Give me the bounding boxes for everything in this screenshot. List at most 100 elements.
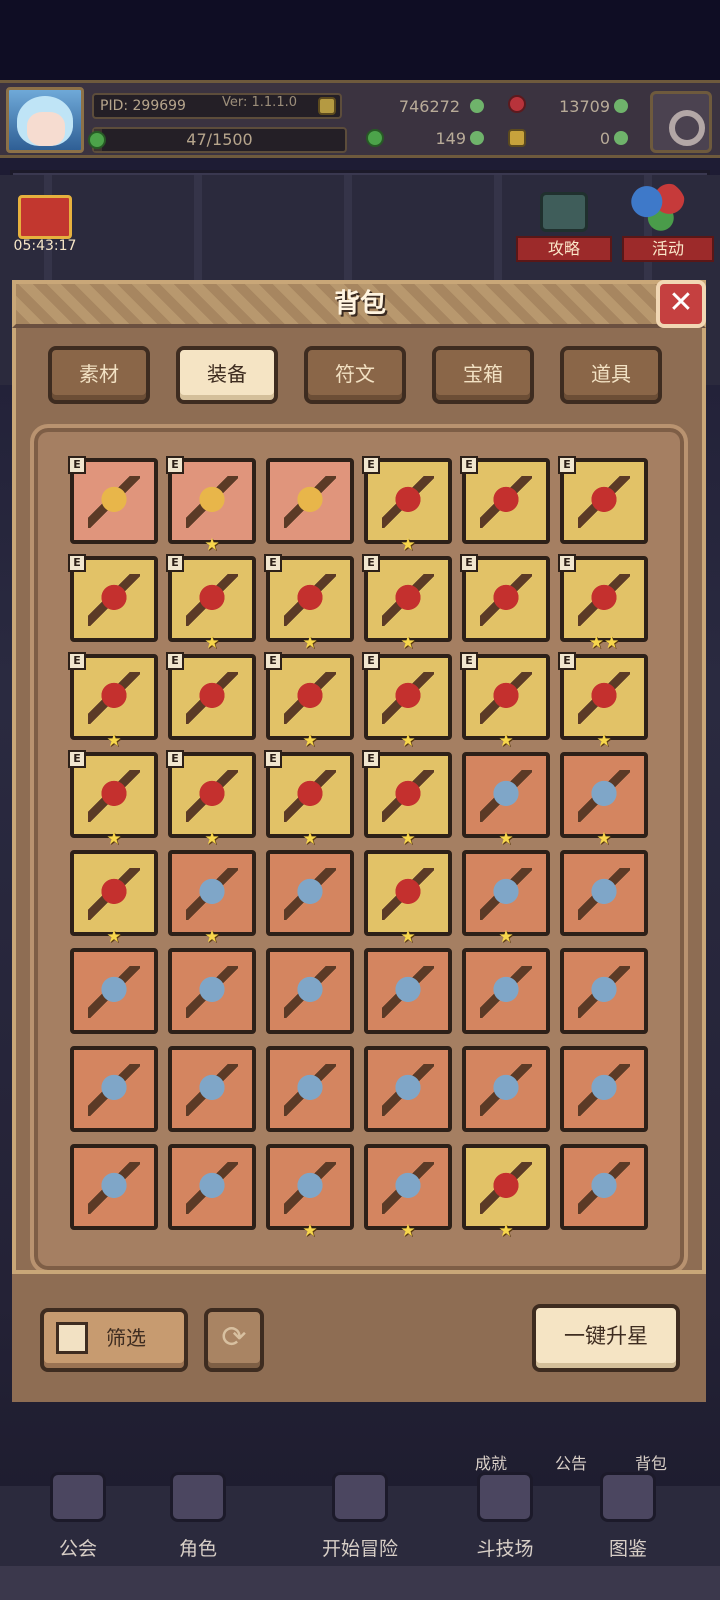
crossbow-icon [88, 966, 140, 1018]
inventory-slot[interactable]: E [68, 456, 158, 544]
inventory-slot[interactable] [168, 948, 256, 1034]
inventory-slot[interactable]: E [558, 456, 648, 544]
inventory-slot[interactable] [560, 850, 648, 936]
inventory-slot[interactable]: E ★ [460, 652, 550, 750]
star-rating: ★ [204, 633, 220, 653]
tab-runes[interactable]: 符文 [304, 346, 406, 404]
character-icon [170, 1472, 226, 1522]
event-label[interactable]: 活动 [622, 236, 714, 262]
inventory-slot[interactable] [364, 1046, 452, 1132]
inventory-slot[interactable] [70, 948, 158, 1034]
inventory-slot[interactable]: E ★ [166, 750, 256, 848]
add-gem-icon[interactable] [614, 99, 628, 113]
refresh-button[interactable]: ⟳ [204, 1308, 264, 1372]
inventory-slot[interactable]: E [166, 652, 256, 740]
inventory-slot[interactable]: ★ [266, 1144, 354, 1240]
inventory-slot[interactable]: E [68, 554, 158, 642]
nav-label: 角色 [178, 1538, 217, 1560]
inventory-slot[interactable]: ★ [462, 1144, 550, 1240]
tab-materials[interactable]: 素材 [48, 346, 150, 404]
inventory-slot[interactable]: E ★ [362, 652, 452, 750]
guide-chat-icon[interactable] [540, 192, 588, 232]
inventory-slot[interactable] [364, 948, 452, 1034]
gauntlet-icon [578, 574, 630, 626]
nav-button-2[interactable]: 开始冒险 [292, 1416, 428, 1560]
inventory-slot[interactable]: E ★ [264, 750, 354, 848]
boots-icon [480, 672, 532, 724]
inventory-slot[interactable]: E ★ [264, 554, 354, 652]
inventory-slot[interactable]: ★ [70, 850, 158, 946]
equipped-badge: E [362, 750, 380, 768]
sapphire-necklace-icon [186, 770, 238, 822]
player-avatar[interactable] [6, 87, 84, 153]
inventory-slot[interactable]: ★ [168, 850, 256, 946]
nav-button-4[interactable]: 图鉴 [578, 1416, 678, 1560]
add-gold-icon[interactable] [470, 99, 484, 113]
orb-staff-icon [284, 966, 336, 1018]
inventory-slot[interactable] [560, 1046, 648, 1132]
inventory-slot[interactable] [462, 948, 550, 1034]
inventory-slot[interactable] [266, 850, 354, 936]
inventory-slot[interactable]: ★ [462, 850, 550, 946]
inventory-slot[interactable] [70, 1144, 158, 1230]
close-button[interactable]: ✕ [656, 280, 706, 328]
inventory-slot[interactable]: E ★ [362, 456, 452, 554]
inventory-slot[interactable]: E [460, 554, 550, 642]
ruby-amulet-icon [88, 770, 140, 822]
tab-equipment[interactable]: 装备 [176, 346, 278, 404]
equipped-badge: E [558, 554, 576, 572]
inventory-slot[interactable]: ★ [560, 752, 648, 848]
gift-box-icon[interactable] [18, 195, 72, 239]
inventory-slot[interactable] [70, 1046, 158, 1132]
tab-chests[interactable]: 宝箱 [432, 346, 534, 404]
chest-armor-icon [382, 574, 434, 626]
nav-button-0[interactable]: 公会 [28, 1416, 128, 1560]
star-rating: ★ [596, 731, 612, 751]
inventory-slot[interactable]: E [460, 456, 550, 544]
inventory-slot[interactable]: E ★★ [558, 554, 648, 652]
tab-items[interactable]: 道具 [560, 346, 662, 404]
key-icon [508, 129, 526, 147]
adventure-icon [332, 1472, 388, 1522]
inventory-slot[interactable] [266, 948, 354, 1034]
inventory-slot[interactable]: E ★ [264, 652, 354, 750]
star-rating: ★ [400, 731, 416, 751]
inventory-slot[interactable]: E ★ [558, 652, 648, 750]
clover-badge-icon [88, 131, 106, 149]
inventory-slot[interactable]: E ★ [362, 554, 452, 652]
eye-shield-icon [88, 672, 140, 724]
inventory-slot[interactable] [560, 1144, 648, 1230]
equipped-badge: E [166, 750, 184, 768]
inventory-slot[interactable] [560, 948, 648, 1034]
guide-label[interactable]: 攻略 [516, 236, 612, 262]
game-screen: { "status": { "pid": "PID: 299699", "ver… [0, 0, 720, 1600]
inventory-slot[interactable] [266, 458, 354, 544]
inventory-slot[interactable]: E ★ [68, 652, 158, 750]
add-clover-icon[interactable] [470, 131, 484, 145]
settings-gear-icon[interactable] [650, 91, 712, 153]
gift-timer: 05:43:17 [13, 238, 77, 254]
gold-amount: 746272 [398, 97, 460, 116]
inventory-slot[interactable]: ★ [364, 1144, 452, 1240]
inventory-slot[interactable]: E ★ [166, 554, 256, 652]
balloon-icon[interactable] [630, 180, 686, 234]
golden-scepter-icon [88, 868, 140, 920]
star-rating: ★ [596, 829, 612, 849]
battle-axe-icon [578, 966, 630, 1018]
inventory-slot[interactable] [168, 1144, 256, 1230]
inventory-slot[interactable]: E ★ [68, 750, 158, 848]
ivory-bow-icon [480, 966, 532, 1018]
inventory-slot[interactable]: ★ [462, 752, 550, 848]
filter-button[interactable]: 筛选 [40, 1308, 188, 1372]
add-key-icon[interactable] [614, 131, 628, 145]
inventory-slot[interactable]: ★ [364, 850, 452, 946]
nav-button-3[interactable]: 斗技场 [450, 1416, 560, 1560]
inventory-slot[interactable] [266, 1046, 354, 1132]
upgrade-all-button[interactable]: 一键升星 [532, 1304, 680, 1372]
inventory-slot[interactable] [462, 1046, 550, 1132]
inventory-slot[interactable]: E ★ [362, 750, 452, 848]
inventory-slot[interactable]: E ★ [166, 456, 256, 554]
equipped-badge: E [68, 456, 86, 474]
inventory-slot[interactable] [168, 1046, 256, 1132]
nav-button-1[interactable]: 角色 [148, 1416, 248, 1560]
